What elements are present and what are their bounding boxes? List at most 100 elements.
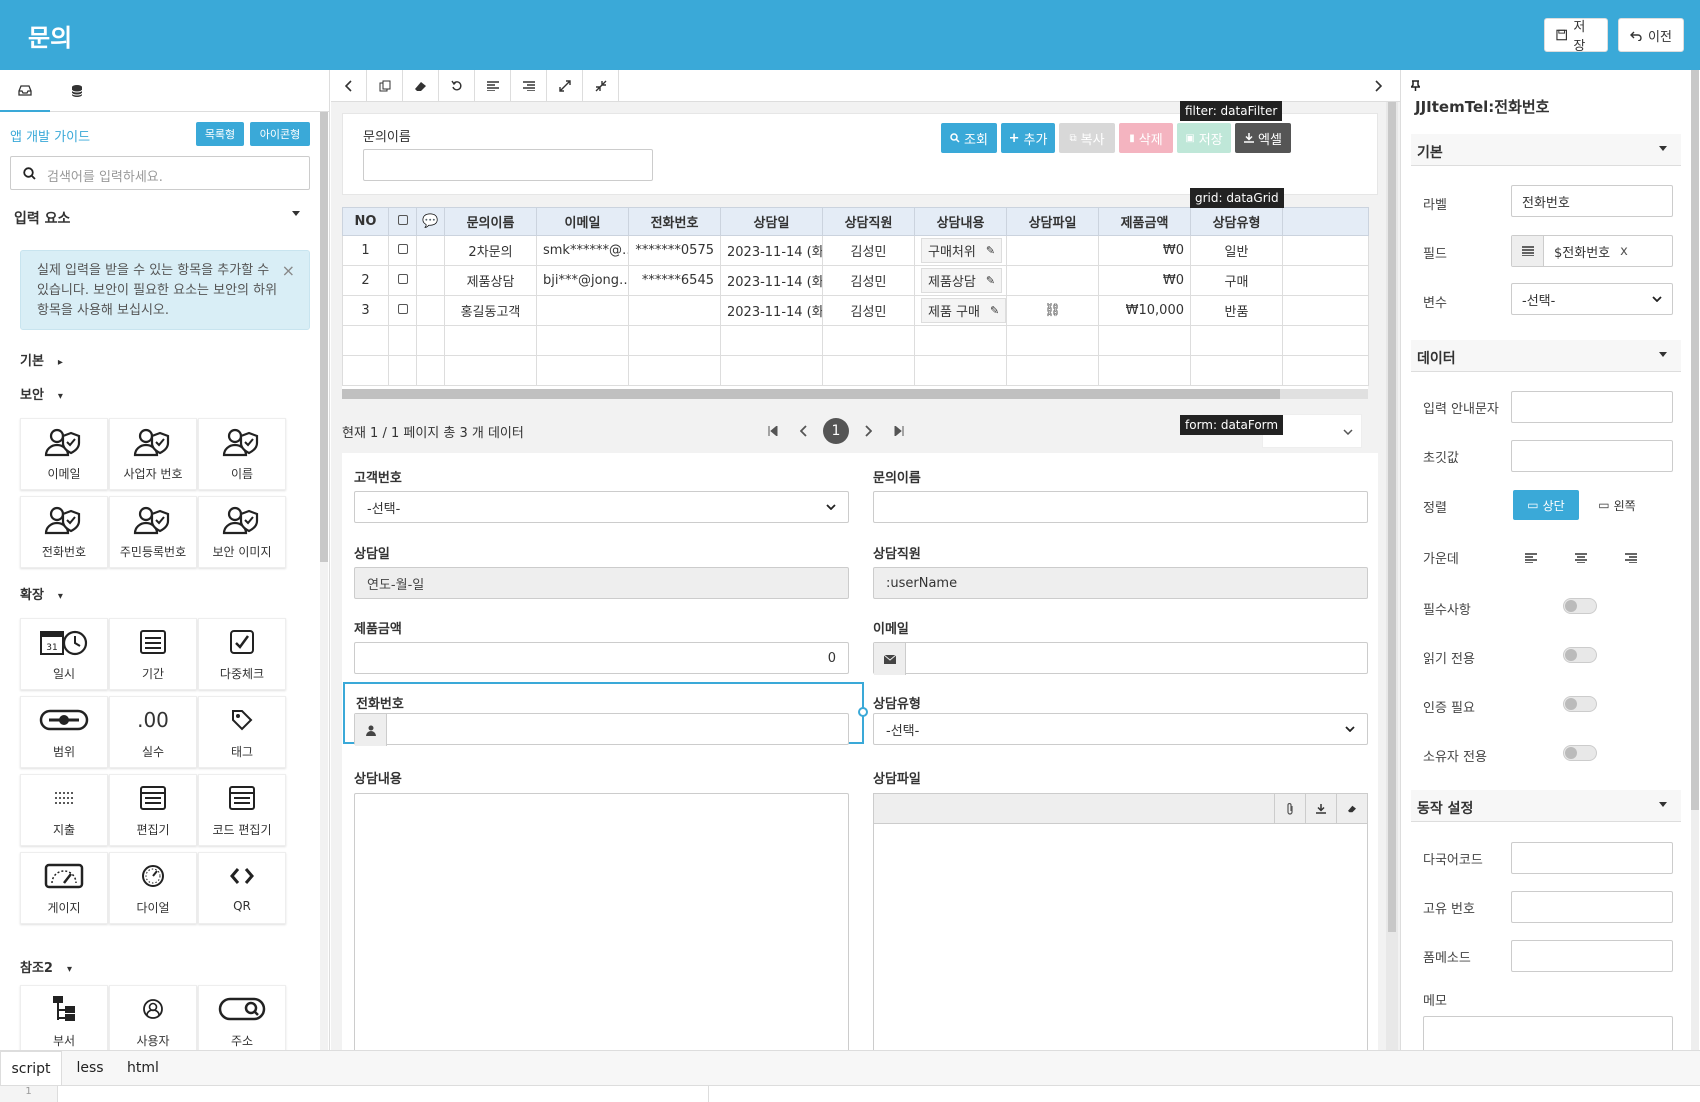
align-top-button[interactable]: ▭ 상단 <box>1513 490 1579 520</box>
icon-view-button[interactable]: 아이콘형 <box>250 122 310 146</box>
tab-less[interactable]: less <box>62 1051 118 1085</box>
name-security-card[interactable]: 이름 <box>198 418 286 490</box>
collapse-right-button[interactable] <box>1360 70 1396 102</box>
field-input[interactable]: $전화번호 x <box>1511 235 1673 267</box>
collapse-left-button[interactable] <box>331 70 367 102</box>
select-all-checkbox[interactable] <box>397 215 408 225</box>
inquiry-name-input[interactable] <box>873 491 1368 523</box>
row-checkbox[interactable] <box>397 304 408 314</box>
grid-col-header[interactable]: 문의이름 <box>444 207 537 236</box>
form-method-input[interactable] <box>1511 940 1673 972</box>
eraser-icon[interactable] <box>1336 794 1367 824</box>
consult-type-select[interactable]: -선택- <box>873 713 1368 745</box>
expand-button[interactable] <box>547 70 583 102</box>
department-card[interactable]: 부서 <box>20 985 108 1050</box>
grid-col-header[interactable]: 전화번호 <box>628 207 721 236</box>
section-basic[interactable]: 기본 <box>1411 134 1681 166</box>
amount-input[interactable]: 0 <box>354 642 849 674</box>
customer-no-select[interactable]: -선택- <box>354 491 849 523</box>
readonly-toggle[interactable] <box>1563 647 1597 663</box>
range-card[interactable]: 범위 <box>20 696 108 768</box>
save-button[interactable]: 저장 <box>1544 18 1608 54</box>
section-behavior[interactable]: 동작 설정 <box>1411 790 1681 822</box>
grid-col-header[interactable]: 상담일 <box>720 207 823 236</box>
file-upload-area[interactable] <box>873 793 1368 1050</box>
tab-script[interactable]: script <box>0 1051 62 1085</box>
refresh-button[interactable] <box>439 70 475 102</box>
chevron-down-icon[interactable] <box>292 211 300 216</box>
var-select[interactable]: -선택- <box>1511 283 1673 315</box>
data-filter[interactable]: 문의이름 조회 + 추가 ⧉ 복사 ▮ 삭제 ▣ 저장 엑셀 <box>342 113 1378 195</box>
data-grid[interactable]: NO 💬 문의이름 이메일 전화번호 상담일 상담직원 상담내용 상담파일 제품금액 상담유형 12… <box>342 207 1369 399</box>
code-editor[interactable]: 1 <box>0 1085 1700 1102</box>
cell-chk[interactable] <box>388 235 417 266</box>
consult-date-input[interactable]: 연도-월-일 <box>354 567 849 599</box>
resize-handle[interactable] <box>858 707 868 717</box>
cell-chk[interactable] <box>388 295 417 326</box>
grid-col-header[interactable]: 이메일 <box>536 207 629 236</box>
gauge-card[interactable]: 게이지 <box>20 852 108 924</box>
real-number-card[interactable]: .00 실수 <box>109 696 197 768</box>
placeholder-input[interactable] <box>1511 391 1673 423</box>
unique-input[interactable] <box>1511 891 1673 923</box>
download-icon[interactable] <box>1305 794 1336 824</box>
dev-guide-link[interactable]: 앱 개발 가이드 <box>10 126 90 145</box>
next-page-button[interactable] <box>855 418 881 444</box>
pin-icon[interactable] <box>1411 80 1420 91</box>
auth-toggle[interactable] <box>1563 696 1597 712</box>
content-chip[interactable]: 제품 구매 ✎ <box>921 298 1006 323</box>
resident-no-security-card[interactable]: 주민등록번호 <box>109 496 197 568</box>
grid-col-header[interactable]: 💬 <box>416 207 445 236</box>
grid-col-header[interactable]: 상담직원 <box>822 207 915 236</box>
group-ref2[interactable]: 참조2 ▾ <box>20 957 72 976</box>
phone-input[interactable] <box>354 713 849 746</box>
group-extended[interactable]: 확장 ▾ <box>20 584 63 603</box>
tab-database[interactable] <box>52 70 102 112</box>
grid-col-header[interactable]: 제품금액 <box>1098 207 1191 236</box>
memo-textarea[interactable] <box>1423 1016 1673 1050</box>
first-page-button[interactable] <box>760 418 786 444</box>
expense-card[interactable]: 지출 <box>20 774 108 846</box>
compress-button[interactable] <box>583 70 619 102</box>
grid-col-header[interactable]: 상담유형 <box>1190 207 1283 236</box>
property-scrollbar[interactable] <box>1691 70 1699 1050</box>
qr-card[interactable]: QR <box>198 852 286 924</box>
tab-html[interactable]: html <box>118 1051 168 1085</box>
group-basic[interactable]: 기본 ▸ <box>20 350 63 369</box>
tab-components[interactable] <box>0 70 50 112</box>
prev-page-button[interactable] <box>791 418 817 444</box>
search-button[interactable]: 조회 <box>941 123 997 153</box>
grid-h-scrollbar[interactable] <box>342 389 1368 399</box>
email-input[interactable] <box>873 642 1368 675</box>
link-icon[interactable]: ⛓ <box>1044 303 1061 318</box>
delete-button[interactable]: ▮ 삭제 <box>1119 123 1173 153</box>
align-center-icon[interactable] <box>1575 553 1587 563</box>
content-chip[interactable]: 제품상담 ✎ <box>921 268 1003 293</box>
business-no-security-card[interactable]: 사업자 번호 <box>109 418 197 490</box>
panel-scrollbar[interactable] <box>320 112 328 1050</box>
cell-chk[interactable] <box>388 265 417 296</box>
current-page[interactable]: 1 <box>823 418 849 444</box>
datetime-card[interactable]: 31 일시 <box>20 618 108 690</box>
grid-col-header[interactable] <box>388 207 417 236</box>
required-toggle[interactable] <box>1563 598 1597 614</box>
editor-card[interactable]: 편집기 <box>109 774 197 846</box>
period-card[interactable]: 기간 <box>109 618 197 690</box>
security-image-card[interactable]: 보안 이미지 <box>198 496 286 568</box>
row-checkbox[interactable] <box>397 274 408 284</box>
component-search-input[interactable]: 검색어를 입력하세요. <box>10 156 310 190</box>
last-page-button[interactable] <box>886 418 912 444</box>
user-card[interactable]: 사용자 <box>109 985 197 1050</box>
grid-col-header[interactable]: NO <box>342 207 389 236</box>
align-left-button[interactable] <box>475 70 511 102</box>
field-clear-button[interactable]: x <box>1620 244 1628 259</box>
copy-row-button[interactable]: ⧉ 복사 <box>1059 123 1115 153</box>
list-view-button[interactable]: 목록형 <box>196 122 244 146</box>
table-row[interactable]: 2 제품상담 bji***@jong… ******6545 2023-11-14 (화… <box>342 265 1369 296</box>
back-button[interactable]: 이전 <box>1618 18 1684 52</box>
phone-security-card[interactable]: 전화번호 <box>20 496 108 568</box>
owner-toggle[interactable] <box>1563 745 1597 761</box>
dial-card[interactable]: 다이얼 <box>109 852 197 924</box>
section-data[interactable]: 데이터 <box>1411 340 1681 372</box>
align-right-button[interactable] <box>511 70 547 102</box>
